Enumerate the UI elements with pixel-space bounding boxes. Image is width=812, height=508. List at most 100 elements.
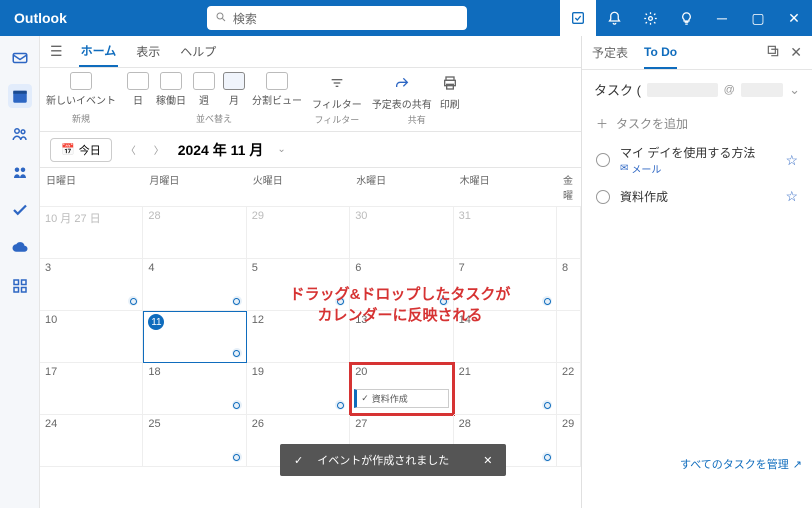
month-label: 2024 年 11 月 [178,140,264,160]
calendar-cell[interactable]: 11 [143,311,246,363]
people-icon[interactable] [8,122,32,146]
date-number: 29 [562,418,574,430]
calendar-cell[interactable]: 24 [40,415,143,467]
event-indicator-icon [232,296,242,306]
share-calendar-button[interactable]: 予定表の共有 [372,72,432,111]
calendar-cell[interactable]: 31 [454,207,557,259]
app-name: Outlook [14,10,67,26]
today-button[interactable]: 📅今日 [50,138,112,162]
date-number: 24 [45,418,57,430]
date-number: 7 [459,262,465,274]
calendar-cell[interactable] [557,207,581,259]
task-checkbox[interactable] [596,153,610,167]
mail-icon[interactable] [8,46,32,70]
next-month-button[interactable]: 〉 [150,142,168,157]
calendar-cell[interactable]: 10 月 27 日 [40,207,143,259]
toast-close-icon[interactable]: ✕ [483,454,492,467]
task-icon: ✓ [361,393,369,404]
calendar-cell[interactable]: 20✓資料作成 [350,363,453,415]
new-event-icon [70,72,92,90]
calendar-cell[interactable]: 3 [40,259,143,311]
hamburger-icon[interactable]: ☰ [50,43,63,60]
task-checkbox[interactable] [596,190,610,204]
calendar-cell[interactable]: 30 [350,207,453,259]
task-list-heading[interactable]: タスク ( @ ⌄ [582,70,812,109]
bulb-icon[interactable] [668,0,704,36]
search-icon [215,11,227,26]
view-day-button[interactable]: 日 [126,72,150,107]
month-dropdown-icon[interactable]: ⌄ [273,144,289,155]
day-icon [127,72,149,90]
date-number: 4 [148,262,154,274]
minimize-button[interactable]: ─ [704,0,740,36]
tab-home[interactable]: ホーム [79,36,119,67]
todo-pane-icon[interactable] [560,0,596,36]
view-week-button[interactable]: 週 [192,72,216,107]
star-icon[interactable]: ☆ [785,152,798,169]
prev-month-button[interactable]: 〈 [122,142,140,157]
calendar-cell[interactable]: 8 [557,259,581,311]
tab-view[interactable]: 表示 [134,37,162,66]
tab-help[interactable]: ヘルプ [178,37,218,66]
print-icon [439,72,461,94]
calendar-cell[interactable]: 10 [40,311,143,363]
star-icon[interactable]: ☆ [785,188,798,205]
popout-icon[interactable] [766,44,780,61]
event-indicator-icon [439,296,449,306]
event-indicator-icon [335,296,345,306]
close-panel-icon[interactable]: ✕ [790,44,802,61]
task-title: 資料作成 [620,188,775,205]
print-button[interactable]: 印刷 [438,72,462,111]
calendar-cell[interactable]: 25 [143,415,246,467]
bell-icon[interactable] [596,0,632,36]
filter-button[interactable]: フィルター [312,72,362,111]
calendar-cell[interactable]: 18 [143,363,246,415]
calendar-cell[interactable] [557,311,581,363]
plus-icon: ＋ [596,115,608,132]
maximize-button[interactable]: ▢ [740,0,776,36]
calendar-cell[interactable]: 19 [247,363,350,415]
day-header: 木曜日 [454,168,557,206]
new-event-button[interactable]: 新しいイベント [46,72,116,107]
groups-icon[interactable] [8,160,32,184]
date-number: 19 [252,366,264,378]
cloud-icon[interactable] [8,236,32,260]
view-month-button[interactable]: 月 [222,72,246,107]
task-item[interactable]: 資料作成 ☆ [582,182,812,211]
add-task-input[interactable]: ＋ タスクを追加 [582,109,812,138]
date-number: 25 [148,418,160,430]
calendar-cell[interactable]: 14 [454,311,557,363]
calendar-cell[interactable]: 13 [350,311,453,363]
manage-tasks-link[interactable]: すべてのタスクを管理↗ [680,456,802,472]
calendar-cell[interactable]: 4 [143,259,246,311]
side-tab-todo[interactable]: To Do [644,36,677,69]
date-number: 11 [148,314,164,330]
task-item[interactable]: マイ デイを使用する方法✉メール☆ [582,138,812,182]
calendar-icon[interactable] [8,84,32,108]
event-indicator-icon [128,296,138,306]
calendar-cell[interactable]: 21 [454,363,557,415]
calendar-cell[interactable]: 7 [454,259,557,311]
split-view-button[interactable]: 分割ビュー [252,72,302,107]
close-button[interactable]: ✕ [776,0,812,36]
week-icon [193,72,215,90]
search-input[interactable]: 検索 [207,6,467,30]
calendar-cell[interactable]: 12 [247,311,350,363]
calendar-cell[interactable]: 22 [557,363,581,415]
apps-icon[interactable] [8,274,32,298]
calendar-cell[interactable]: 17 [40,363,143,415]
calendar-cell[interactable]: 29 [247,207,350,259]
calendar-cell[interactable]: 28 [143,207,246,259]
calendar-cell[interactable]: 5 [247,259,350,311]
date-number: 17 [45,366,57,378]
view-workweek-button[interactable]: 稼働日 [156,72,186,107]
account-masked [647,83,718,97]
day-headers: 日曜日月曜日火曜日水曜日木曜日金曜 [40,168,581,207]
calendar-cell[interactable]: 29 [557,415,581,467]
share-icon [391,72,413,94]
calendar-cell[interactable]: 6 [350,259,453,311]
side-tab-calendar[interactable]: 予定表 [592,36,628,69]
check-icon[interactable] [8,198,32,222]
event-chip[interactable]: ✓資料作成 [354,389,448,408]
gear-icon[interactable] [632,0,668,36]
